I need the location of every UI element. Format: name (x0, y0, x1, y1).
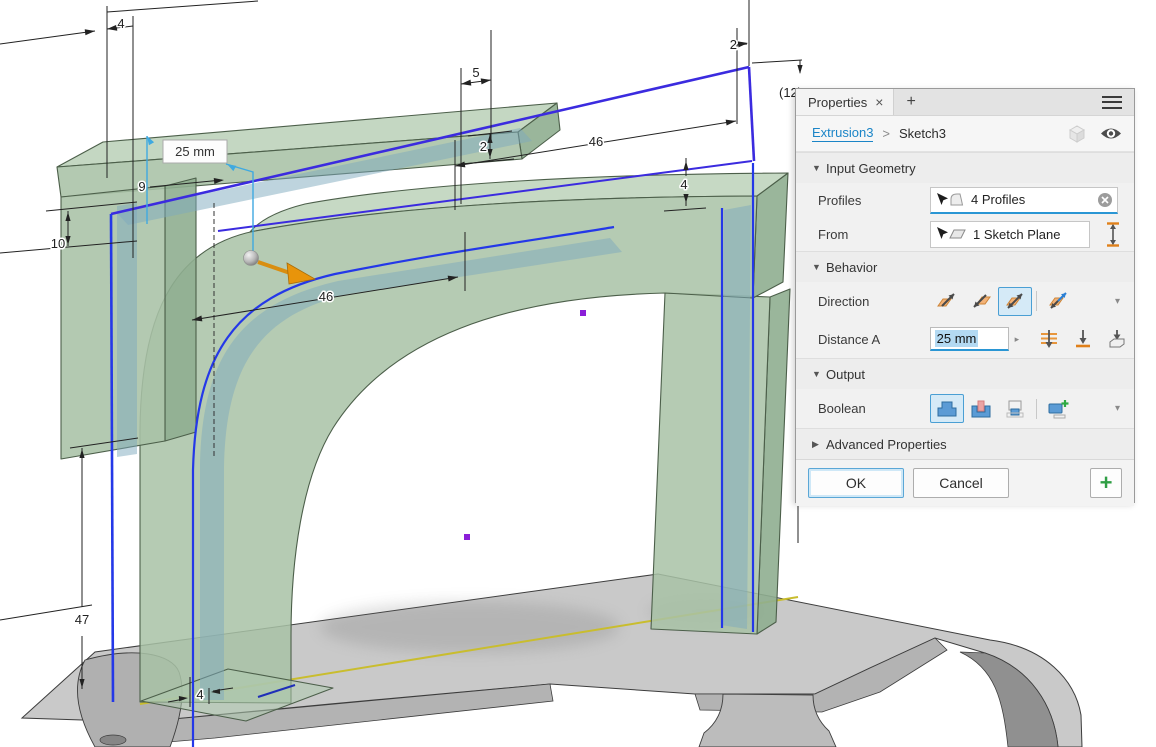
direction-default-icon (935, 290, 959, 312)
box-side-face (165, 178, 196, 441)
profiles-label: Profiles (818, 193, 930, 208)
distance-input[interactable]: 25 mm (930, 327, 1010, 351)
distance-spinner[interactable]: ▸ (1009, 327, 1024, 351)
from-label: From (818, 227, 930, 242)
chevron-down-icon: ▼ (812, 262, 826, 272)
dim-47: 47 (75, 612, 89, 627)
ok-button[interactable]: OK (808, 468, 904, 498)
direction-symmetric-button[interactable] (998, 287, 1032, 316)
section-advanced[interactable]: ▶ Advanced Properties (796, 428, 1134, 459)
from-row: From 1 Sketch Plane (796, 217, 1134, 251)
direction-symmetric-icon (1003, 290, 1027, 312)
distance-flag-label: 25 mm (175, 144, 215, 159)
boolean-new-solid-button[interactable] (1041, 394, 1075, 423)
direction-asymmetric-icon (1046, 290, 1070, 312)
dim-4-top: 4 (117, 16, 124, 31)
extent-to-next-button[interactable] (1032, 325, 1066, 354)
offset-extents-icon[interactable] (1104, 221, 1122, 248)
boolean-dropdown-caret[interactable]: ▾ (1115, 403, 1120, 414)
boolean-label: Boolean (818, 401, 930, 416)
cancel-button[interactable]: Cancel (913, 468, 1009, 498)
to-face-icon (1072, 328, 1094, 350)
hamburger-icon (1102, 96, 1122, 109)
profiles-row: Profiles 4 Profiles (796, 183, 1134, 217)
select-cursor-icon (936, 227, 949, 241)
distance-label: Distance A (818, 332, 930, 347)
new-feature-plus-button[interactable]: + (1090, 468, 1122, 498)
sketch-plane-icon (949, 227, 967, 241)
direction-label: Direction (818, 294, 930, 309)
sketch-point[interactable] (580, 310, 586, 316)
to-next-icon (1038, 328, 1060, 350)
new-solid-icon (1046, 398, 1070, 420)
properties-panel: Properties × + Extrusion3 > Sketch3 ▼ In… (795, 88, 1135, 503)
direction-row: Direction (796, 282, 1134, 320)
clear-selection-button[interactable] (1097, 192, 1113, 208)
from-selector[interactable]: 1 Sketch Plane (930, 221, 1090, 248)
panel-menu-button[interactable] (1090, 89, 1134, 115)
direction-default-button[interactable] (930, 287, 964, 316)
join-icon (935, 398, 959, 420)
dim-10: 10 (51, 236, 65, 251)
tab-properties[interactable]: Properties × (796, 89, 894, 115)
dim-5: 5 (472, 65, 479, 80)
breadcrumb-feature-link[interactable]: Extrusion3 (812, 125, 873, 142)
boolean-row: Boolean ▾ (796, 389, 1134, 428)
from-value: 1 Sketch Plane (973, 227, 1060, 242)
breadcrumb-separator: > (882, 126, 890, 141)
cut-icon (969, 398, 993, 420)
visibility-eye-icon[interactable] (1100, 126, 1122, 141)
dim-2-right: 2 (730, 37, 737, 52)
dim-46-arc: 46 (319, 289, 333, 304)
close-icon[interactable]: × (875, 95, 883, 109)
direction-flipped-icon (969, 290, 993, 312)
tab-properties-label: Properties (808, 95, 867, 110)
dim-9: 9 (138, 179, 145, 194)
boolean-join-button[interactable] (930, 394, 964, 423)
dim-46-top: 46 (589, 134, 603, 149)
direction-asymmetric-button[interactable] (1041, 287, 1075, 316)
dim-4-bar: 4 (680, 177, 687, 192)
chevron-down-icon: ▼ (812, 369, 826, 379)
direction-flipped-button[interactable] (964, 287, 998, 316)
dim-4-bottom: 4 (196, 687, 203, 702)
chevron-down-icon: ▼ (812, 163, 826, 173)
profiles-value: 4 Profiles (971, 192, 1025, 207)
profile-icon (949, 192, 965, 207)
profiles-selector[interactable]: 4 Profiles (930, 187, 1118, 214)
panel-tabbar: Properties × + (796, 89, 1134, 116)
section-behavior[interactable]: ▼ Behavior (796, 251, 1134, 282)
boolean-intersect-button[interactable] (998, 394, 1032, 423)
breadcrumb-sketch[interactable]: Sketch3 (899, 126, 946, 141)
distance-value: 25 mm (935, 330, 979, 347)
extent-to-face-button[interactable] (1066, 325, 1100, 354)
solid-body-icon[interactable] (1066, 124, 1088, 144)
add-tab-button[interactable]: + (894, 89, 927, 115)
breadcrumb: Extrusion3 > Sketch3 (796, 116, 1134, 152)
extent-from-face-button[interactable] (1100, 325, 1134, 354)
app-window: 4 5 2 46 2 (12) 9 (0, 0, 1156, 747)
intersect-icon (1003, 398, 1027, 420)
section-output[interactable]: ▼ Output (796, 358, 1134, 389)
sketch-point[interactable] (464, 534, 470, 540)
dim-2-slab: 2 (480, 139, 487, 154)
direction-dropdown-caret[interactable]: ▾ (1115, 296, 1120, 307)
section-input-geometry[interactable]: ▼ Input Geometry (796, 152, 1134, 183)
chevron-right-icon: ▶ (812, 439, 826, 450)
distance-row: Distance A 25 mm ▸ (796, 320, 1134, 358)
boolean-cut-button[interactable] (964, 394, 998, 423)
from-face-icon (1106, 328, 1128, 350)
clear-x-icon (1097, 192, 1113, 208)
panel-footer: OK Cancel + (796, 459, 1134, 506)
select-cursor-icon (936, 193, 949, 207)
